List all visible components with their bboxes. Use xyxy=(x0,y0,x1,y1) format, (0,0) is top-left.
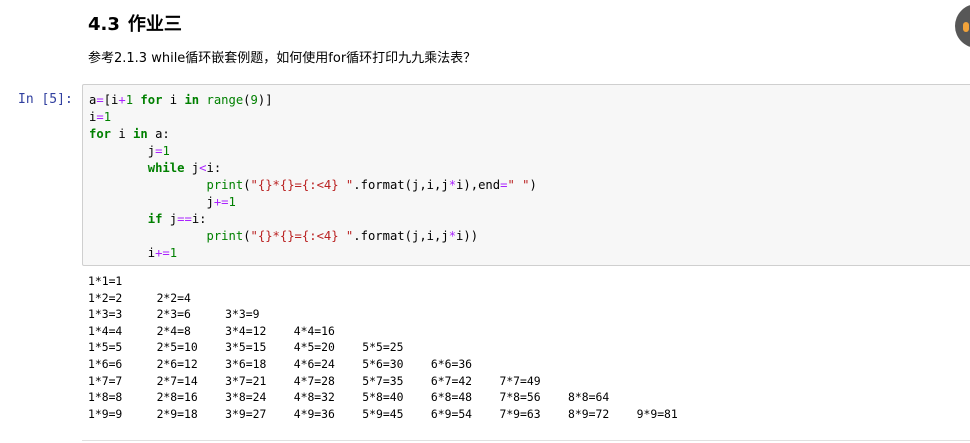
code-line: print("{}*{}={:<4} ".format(j,i,j*i)) xyxy=(206,229,479,243)
code-line: i=1 xyxy=(89,110,112,124)
output-line: 1*1=1 xyxy=(88,274,123,288)
cell-input-prompt: In [5]: xyxy=(18,92,73,107)
output-line: 1*8=8 2*8=16 3*8=24 4*8=32 5*8=40 6*8=48… xyxy=(88,390,610,405)
code-line: while j<i: xyxy=(147,161,222,175)
avatar-accent xyxy=(963,22,969,32)
section-heading: 4.3 作业三 xyxy=(88,10,182,36)
output-line: 1*3=3 2*3=6 3*3=9 xyxy=(88,307,260,322)
output-line: 1*7=7 2*7=14 3*7=21 4*7=28 5*7=35 6*7=42… xyxy=(88,373,541,388)
code-editor[interactable]: a=[i+1 for i in range(9)] i=1 for i in a: … xyxy=(89,92,537,262)
section-description: 参考2.1.3 while循环嵌套例题，如何使用for循环打印九九乘法表？ xyxy=(88,51,477,66)
output-line: 1*2=2 2*2=4 xyxy=(88,290,191,305)
output-line: 1*9=9 2*9=18 3*9=27 4*9=36 5*9=45 6*9=54… xyxy=(88,406,678,421)
code-line: if j==i: xyxy=(147,212,207,226)
code-line: a=[i+1 for i in range(9)] xyxy=(89,93,273,107)
section-title: 作业三 xyxy=(127,14,182,35)
code-line: i+=1 xyxy=(147,246,178,260)
code-line: j=1 xyxy=(147,144,170,158)
cell-divider xyxy=(82,440,970,441)
code-line: for i in a: xyxy=(89,127,170,141)
code-line: j+=1 xyxy=(206,195,236,209)
user-avatar-icon[interactable] xyxy=(955,4,970,48)
output-line: 1*6=6 2*6=12 3*6=18 4*6=24 5*6=30 6*6=36 xyxy=(88,356,473,371)
code-line: print("{}*{}={:<4} ".format(j,i,j*i),end… xyxy=(206,178,537,192)
code-cell-input[interactable]: a=[i+1 for i in range(9)] i=1 for i in a: … xyxy=(82,84,970,266)
section-number: 4.3 xyxy=(88,14,120,35)
cell-output: 1*1=1 1*2=2 2*2=4 1*3=3 2*3=6 3*3=9 1*4=4 2… xyxy=(88,273,678,422)
output-line: 1*4=4 2*4=8 3*4=12 4*4=16 xyxy=(88,323,335,338)
output-line: 1*5=5 2*5=10 3*5=15 4*5=20 5*5=25 xyxy=(88,340,404,355)
